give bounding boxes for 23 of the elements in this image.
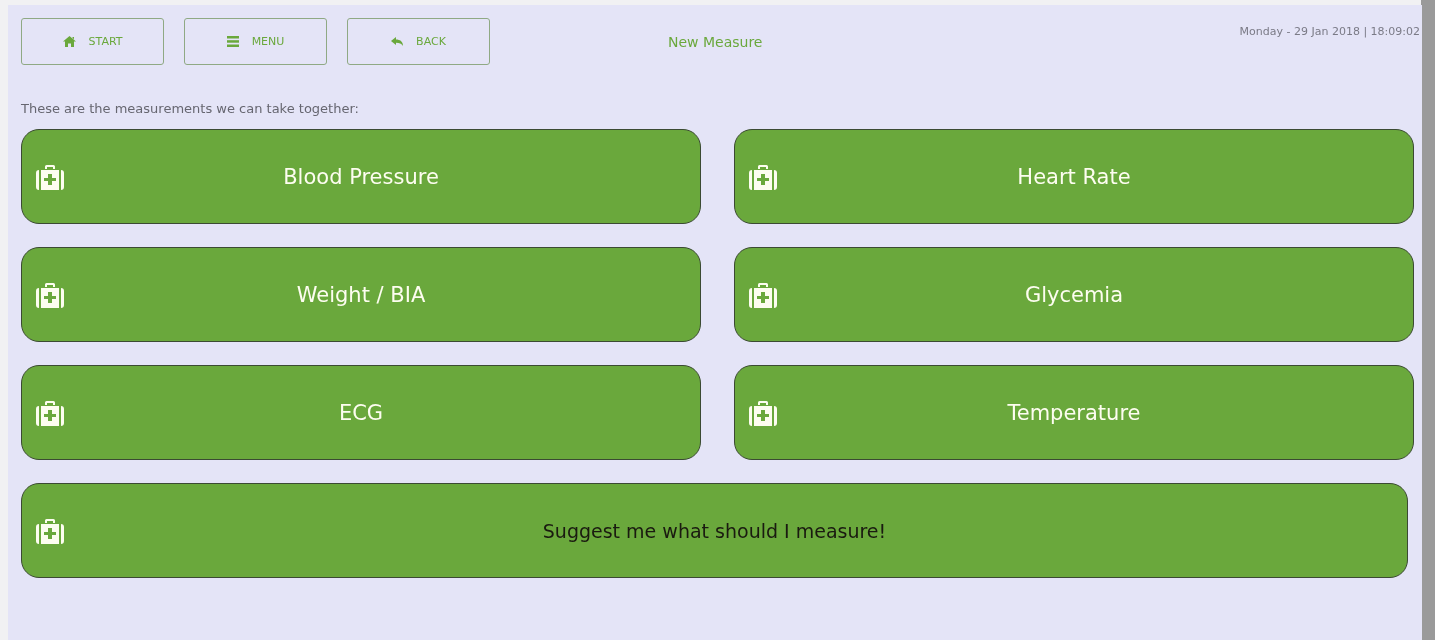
nav-button[interactable]: START xyxy=(21,18,164,65)
menu-icon xyxy=(226,36,239,47)
nav-button[interactable]: BACK xyxy=(347,18,490,65)
measure-button[interactable]: Suggest me what should I measure! xyxy=(21,483,1408,578)
medical-kit-icon xyxy=(36,401,64,426)
medical-kit-icon xyxy=(749,401,777,426)
home-icon xyxy=(62,36,76,47)
medical-kit-icon xyxy=(749,283,777,308)
intro-text: These are the measurements we can take together: xyxy=(21,101,360,116)
medical-kit-icon xyxy=(36,283,64,308)
measure-button[interactable]: Heart Rate xyxy=(734,129,1414,224)
measure-button[interactable]: Weight / BIA xyxy=(21,247,701,342)
measure-button[interactable]: ECG xyxy=(21,365,701,460)
date-time: Monday - 29 Jan 2018 | 18:09:02 xyxy=(1239,25,1421,38)
measure-button[interactable]: Glycemia xyxy=(734,247,1414,342)
measure-button[interactable]: Blood Pressure xyxy=(21,129,701,224)
page-title: New Measure xyxy=(668,33,763,50)
medical-kit-icon xyxy=(36,519,64,544)
medical-kit-icon xyxy=(36,165,64,190)
measure-button[interactable]: Temperature xyxy=(734,365,1414,460)
nav-button[interactable]: MENU xyxy=(184,18,327,65)
medical-kit-icon xyxy=(749,165,777,190)
reply-arrow-icon xyxy=(391,37,404,46)
